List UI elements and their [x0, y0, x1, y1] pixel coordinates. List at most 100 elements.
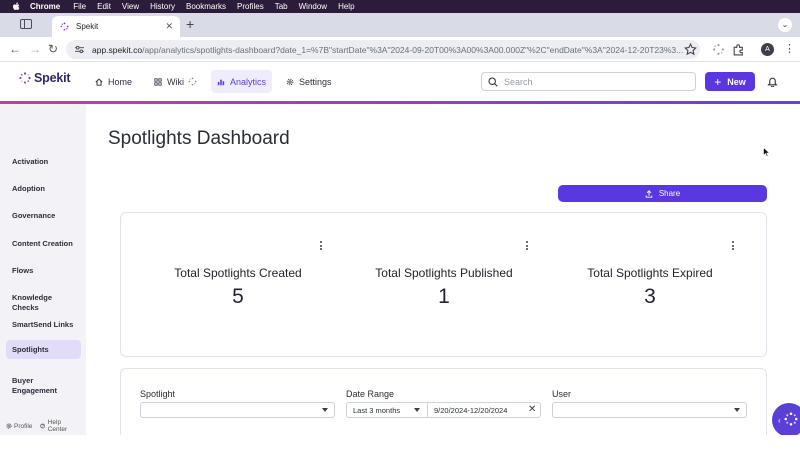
new-tab-icon[interactable]: + — [186, 16, 194, 32]
browser-menu-icon[interactable]: ⋮ — [784, 42, 795, 55]
date-range-preset[interactable]: Last 3 months — [353, 406, 400, 415]
menu-window[interactable]: Window — [299, 2, 327, 11]
nav-analytics[interactable]: Analytics — [211, 70, 273, 93]
stat-created-value: 5 — [232, 285, 244, 308]
share-button[interactable]: Share — [558, 185, 767, 202]
search-box[interactable] — [481, 72, 696, 91]
sidebar-item-flows[interactable]: Flows — [6, 262, 81, 280]
clear-date-icon[interactable]: ✕ — [528, 404, 536, 415]
new-button[interactable]: + New — [705, 72, 755, 91]
address-bar[interactable]: app.spekit.co/app/analytics/spotlights-d… — [66, 40, 700, 59]
wiki-sparkle-icon — [188, 77, 197, 86]
stat-published-label: Total Spotlights Published — [375, 266, 513, 280]
date-range-input[interactable]: 9/20/2024-12/20/2024 — [434, 406, 507, 415]
url-path: /app/analytics/spotlights-dashboard?date… — [142, 44, 684, 55]
nav-wiki[interactable]: Wiki — [148, 70, 203, 93]
menu-edit[interactable]: Edit — [97, 2, 111, 11]
profile-link[interactable]: Profile — [6, 423, 32, 430]
spotlight-select[interactable] — [140, 402, 335, 418]
stat-expired: Total Spotlights Expired 3 — [547, 213, 753, 358]
macos-menu-bar: Chrome File Edit View History Bookmarks … — [0, 0, 800, 13]
profile-link-label: Profile — [14, 422, 33, 430]
page-title: Spotlights Dashboard — [108, 128, 290, 149]
notifications-bell-icon[interactable] — [767, 76, 778, 87]
stat-expired-label: Total Spotlights Expired — [587, 266, 713, 280]
sidebar-item-content-creation[interactable]: Content Creation — [6, 235, 81, 253]
url-host: app.spekit.co — [92, 44, 143, 55]
extensions-puzzle-icon[interactable] — [732, 43, 745, 56]
stat-expired-menu-icon[interactable] — [732, 241, 736, 252]
browser-tab[interactable]: Spekit ✕ — [52, 16, 180, 37]
browser-tab-bar: Spekit ✕ + ⌄ — [0, 13, 800, 37]
date-range-divider — [427, 403, 428, 417]
stat-published-value: 1 — [438, 285, 450, 308]
nav-home[interactable]: Home — [89, 70, 138, 93]
stat-published: Total Spotlights Published 1 — [341, 213, 547, 358]
plus-icon: + — [714, 74, 722, 89]
stat-expired-value: 3 — [644, 285, 656, 308]
search-input[interactable] — [504, 76, 684, 87]
sidebar-item-activation[interactable]: Activation — [6, 153, 81, 171]
spekit-widget-logo-icon — [784, 412, 798, 426]
spotlight-filter-label: Spotlight — [140, 389, 176, 399]
app-header: Spekit Home Wiki Analytics Settings + Ne… — [0, 63, 800, 101]
site-info-icon[interactable] — [74, 45, 85, 54]
menu-bookmarks[interactable]: Bookmarks — [186, 2, 226, 11]
date-range-label: Date Range — [346, 389, 395, 399]
bookmark-star-icon[interactable] — [684, 43, 697, 56]
gear-small-icon — [6, 423, 12, 429]
stats-card: Total Spotlights Created 5 Total Spotlig… — [120, 212, 767, 357]
spekit-logo[interactable]: Spekit — [19, 71, 71, 85]
sidebar-item-buyer-engagement[interactable]: Buyer Engagement — [6, 372, 66, 399]
user-select[interactable] — [552, 402, 747, 418]
profile-avatar[interactable]: A — [761, 43, 774, 56]
nav-wiki-label: Wiki — [167, 76, 184, 87]
tab-close-icon[interactable]: ✕ — [165, 21, 173, 32]
forward-icon[interactable]: → — [29, 42, 41, 56]
menu-help[interactable]: Help — [338, 2, 354, 11]
sidebar-item-governance[interactable]: Governance — [6, 207, 81, 225]
stat-published-menu-icon[interactable] — [526, 241, 530, 252]
mouse-cursor-icon — [763, 147, 770, 157]
menu-view[interactable]: View — [122, 2, 139, 11]
date-preset-caret-icon[interactable] — [414, 408, 420, 412]
sidebar-item-adoption[interactable]: Adoption — [6, 180, 81, 198]
sidebar-item-smartsend-links[interactable]: SmartSend Links — [6, 316, 81, 334]
menu-profiles[interactable]: Profiles — [237, 2, 264, 11]
widget-collapse-icon[interactable]: ‹ — [778, 416, 781, 425]
menu-tab[interactable]: Tab — [275, 2, 288, 11]
menu-file[interactable]: File — [73, 2, 86, 11]
help-center-link[interactable]: Help Center — [40, 419, 78, 433]
sidebar-toggle-icon[interactable] — [20, 19, 32, 29]
reload-icon[interactable]: ↻ — [48, 42, 58, 56]
nav-settings-label: Settings — [299, 76, 332, 87]
bar-chart-icon — [217, 79, 225, 85]
nav-settings[interactable]: Settings — [280, 70, 338, 93]
new-button-label: New — [727, 76, 746, 87]
logo-text: Spekit — [34, 71, 71, 85]
tab-search-icon[interactable]: ⌄ — [778, 18, 792, 32]
spekit-assistant-widget[interactable]: ‹ — [772, 403, 800, 437]
search-icon — [488, 76, 498, 87]
browser-toolbar: ← → ↻ app.spekit.co/app/analytics/spotli… — [0, 37, 800, 62]
user-filter-label: User — [552, 389, 572, 399]
spekit-favicon-icon — [60, 22, 69, 31]
nav-home-label: Home — [108, 76, 133, 87]
apple-icon[interactable] — [12, 2, 20, 11]
menu-app-name[interactable]: Chrome — [30, 2, 60, 11]
back-icon[interactable]: ← — [9, 42, 21, 56]
spotlight-caret-icon — [322, 408, 328, 412]
tab-title: Spekit — [76, 22, 99, 31]
home-icon — [95, 78, 103, 86]
stat-created-label: Total Spotlights Created — [174, 266, 302, 280]
stat-created-menu-icon[interactable] — [320, 241, 324, 252]
sidebar-footer: Profile Help Center — [0, 417, 86, 435]
sidebar-item-spotlights[interactable]: Spotlights — [6, 340, 81, 359]
sidebar-item-knowledge-checks[interactable]: Knowledge Checks — [6, 289, 81, 316]
spekit-logo-icon — [19, 72, 31, 84]
stat-created: Total Spotlights Created 5 — [135, 213, 341, 358]
menu-history[interactable]: History — [150, 2, 175, 11]
gear-icon — [286, 78, 294, 85]
spekit-extension-icon[interactable] — [712, 43, 725, 56]
analytics-sidebar: Activation Adoption Governance Content C… — [0, 104, 86, 435]
